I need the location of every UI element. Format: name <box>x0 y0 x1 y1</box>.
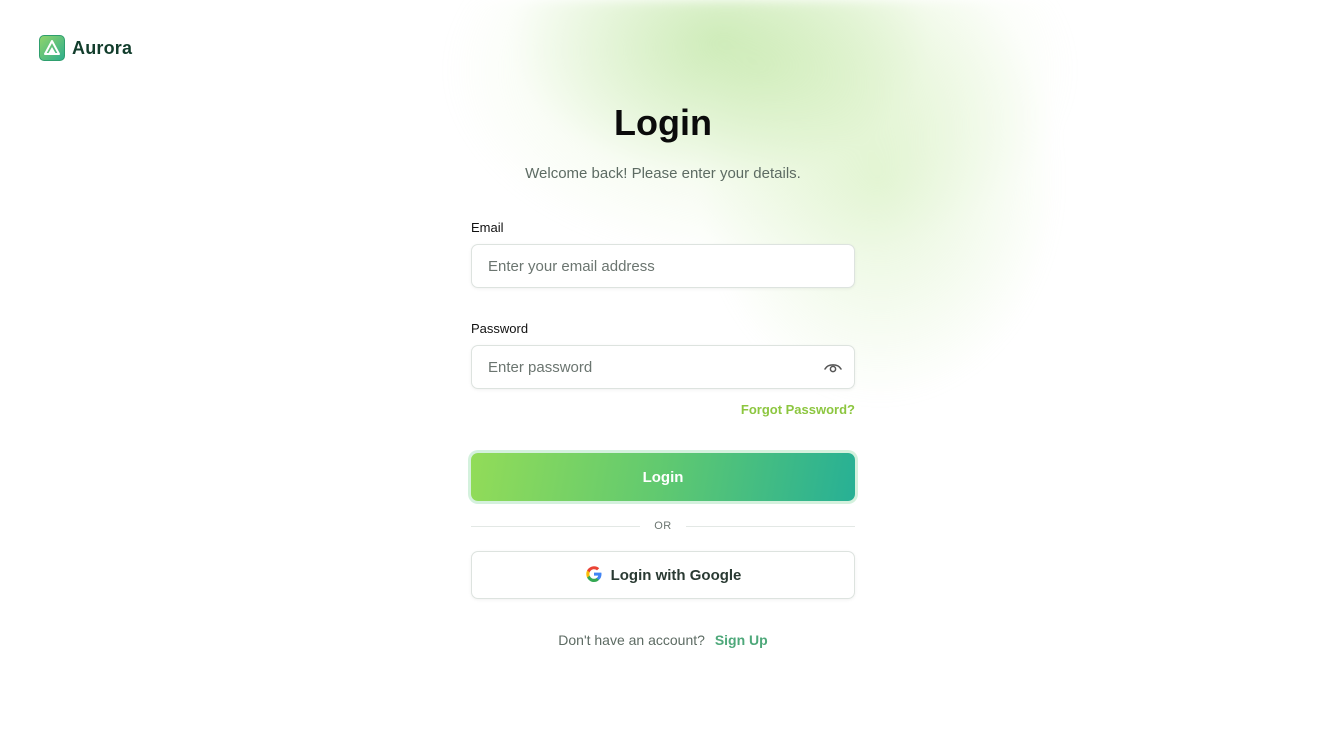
google-icon <box>585 565 603 586</box>
email-label: Email <box>471 220 504 235</box>
divider-text: OR <box>654 520 672 532</box>
page-subtitle: Welcome back! Please enter your details. <box>525 165 801 182</box>
divider-line-right <box>685 525 855 527</box>
forgot-password-link[interactable]: Forgot Password? <box>741 402 855 417</box>
password-field[interactable] <box>488 358 838 376</box>
email-field-wrapper <box>471 244 855 288</box>
google-login-button[interactable]: Login with Google <box>471 551 855 599</box>
signup-prompt-text: Don't have an account? <box>558 632 705 648</box>
login-button[interactable]: Login <box>471 453 855 501</box>
brand-logo[interactable]: Aurora <box>39 35 132 61</box>
login-page: Aurora Login Welcome back! Please enter … <box>0 0 1326 744</box>
password-field-wrapper <box>471 345 855 389</box>
signup-prompt: Don't have an account? Sign Up <box>0 632 1326 648</box>
eye-icon[interactable] <box>824 359 842 377</box>
sign-up-link[interactable]: Sign Up <box>715 632 768 648</box>
or-divider: OR <box>471 518 855 534</box>
divider-line-left <box>471 525 641 527</box>
page-title: Login <box>614 102 712 143</box>
aurora-logo-icon <box>39 35 65 61</box>
brand-name: Aurora <box>72 37 133 58</box>
email-field[interactable] <box>488 257 838 275</box>
password-label: Password <box>471 321 529 336</box>
google-login-label: Login with Google <box>610 566 742 584</box>
